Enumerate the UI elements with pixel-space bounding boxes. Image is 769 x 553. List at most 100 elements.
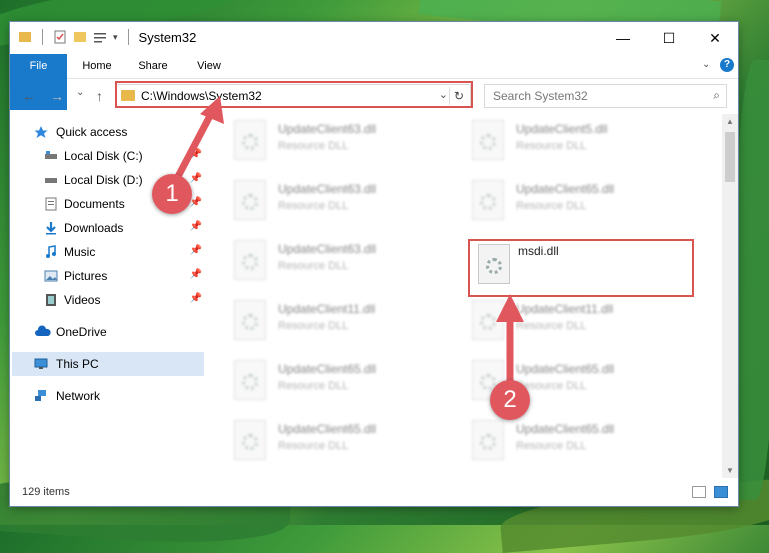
file-item[interactable]: UpdateClient11.dll Resource DLL: [216, 296, 446, 352]
large-icons-view-icon[interactable]: [714, 486, 728, 498]
recent-locations-button[interactable]: ⌄: [76, 87, 84, 98]
folder-icon[interactable]: [18, 30, 32, 44]
dll-file-icon: [472, 120, 504, 160]
sidebar-item-label: Downloads: [64, 221, 124, 235]
sidebar-item-pictures[interactable]: Pictures 📌: [10, 264, 206, 288]
pin-icon[interactable]: 📌: [190, 221, 202, 232]
new-folder-icon[interactable]: [73, 30, 87, 44]
pin-icon[interactable]: 📌: [190, 293, 202, 304]
file-type: Resource DLL: [278, 200, 349, 212]
sidebar-item-label: Network: [56, 389, 101, 403]
scrollbar-thumb[interactable]: [725, 132, 735, 182]
file-item[interactable]: UpdateClient63.dll Resource DLL: [216, 236, 446, 292]
download-icon: [46, 222, 56, 235]
window-title: System32: [138, 29, 197, 45]
file-type: Resource DLL: [278, 260, 349, 272]
videos-icon: [46, 294, 56, 306]
customize-toolbar-icon[interactable]: [93, 30, 107, 44]
dll-file-icon: [234, 240, 266, 280]
tab-home[interactable]: Home: [72, 54, 122, 78]
dll-file-icon: [234, 360, 266, 400]
computer-icon: [34, 358, 48, 369]
maximize-button[interactable]: ☐: [646, 22, 692, 54]
drive-icon: [45, 178, 57, 183]
search-icon[interactable]: ⌕: [713, 88, 720, 103]
sidebar-item-label: OneDrive: [56, 325, 107, 339]
sidebar-item-label: This PC: [56, 357, 99, 371]
forward-button[interactable]: →: [50, 88, 64, 104]
dll-file-icon: [472, 420, 504, 460]
msdi-file-highlight: [468, 239, 694, 297]
network-icon: [35, 390, 46, 401]
pin-icon[interactable]: 📌: [190, 245, 202, 256]
cloud-icon: [35, 325, 51, 336]
minimize-button[interactable]: —: [600, 22, 646, 54]
expand-ribbon-icon[interactable]: ⌄: [702, 59, 710, 70]
step-badge-1: 1: [152, 174, 192, 214]
details-view-icon[interactable]: [692, 486, 706, 498]
file-name: UpdateClient65.dll: [516, 182, 615, 196]
file-type: Resource DLL: [516, 200, 587, 212]
file-name: UpdateClient65.dll: [278, 422, 377, 436]
file-name: UpdateClient65.dll: [516, 422, 615, 436]
file-type: Resource DLL: [278, 380, 349, 392]
dll-file-icon: [234, 420, 266, 460]
file-item[interactable]: UpdateClient65.dll Resource DLL: [216, 356, 446, 412]
file-item[interactable]: UpdateClient5.dll Resource DLL: [454, 116, 684, 172]
file-item[interactable]: UpdateClient65.dll Resource DLL: [454, 416, 684, 472]
properties-icon[interactable]: [53, 30, 67, 44]
tab-view[interactable]: View: [184, 54, 234, 78]
search-placeholder: Search System32: [493, 89, 588, 103]
divider: [127, 29, 129, 45]
file-type: Resource DLL: [278, 320, 349, 332]
tab-share[interactable]: Share: [128, 54, 178, 78]
sidebar-item-label: Pictures: [64, 269, 108, 283]
item-count: 129 items: [22, 486, 70, 498]
scroll-down-icon[interactable]: ▼: [722, 466, 738, 475]
sidebar-item-music[interactable]: Music 📌: [10, 240, 206, 264]
sidebar-item-label: Documents: [64, 197, 125, 211]
file-explorer-window: ▾ System32 — ☐ ✕ File Home Share View ⌄ …: [10, 22, 738, 506]
file-type: Resource DLL: [278, 440, 349, 452]
help-icon[interactable]: ?: [720, 58, 734, 72]
star-icon: [34, 126, 48, 138]
file-name: UpdateClient63.dll: [278, 242, 377, 256]
file-name: UpdateClient63.dll: [278, 182, 377, 196]
sidebar-item-videos[interactable]: Videos 📌: [10, 288, 206, 312]
dll-file-icon: [234, 300, 266, 340]
sidebar-item-label: Quick access: [56, 125, 128, 139]
ribbon-tabs: File Home Share View ⌄ ?: [10, 54, 738, 110]
vertical-scrollbar[interactable]: ▲ ▼: [722, 114, 738, 478]
sidebar-item-downloads[interactable]: Downloads 📌: [10, 216, 206, 240]
close-icon: ✕: [709, 29, 721, 46]
sidebar-item-network[interactable]: Network: [10, 384, 206, 408]
file-item[interactable]: UpdateClient63.dll Resource DLL: [216, 176, 446, 232]
file-item[interactable]: UpdateClient63.dll Resource DLL: [216, 116, 446, 172]
search-input[interactable]: Search System32 ⌕: [484, 84, 727, 108]
file-name: UpdateClient65.dll: [278, 362, 377, 376]
back-button[interactable]: ←: [22, 88, 36, 104]
file-type: Resource DLL: [516, 440, 587, 452]
file-name: UpdateClient63.dll: [278, 122, 377, 136]
divider: [42, 29, 43, 45]
minimize-icon: —: [616, 30, 630, 46]
sidebar-item-label: Local Disk (C:): [64, 149, 143, 163]
sidebar-item-label: Local Disk (D:): [64, 173, 143, 187]
file-item[interactable]: UpdateClient65.dll Resource DLL: [454, 176, 684, 232]
scroll-up-icon[interactable]: ▲: [722, 117, 738, 126]
chevron-down-icon[interactable]: ▾: [113, 32, 118, 43]
pin-icon[interactable]: 📌: [190, 269, 202, 280]
file-type: Resource DLL: [516, 140, 587, 152]
sidebar-item-this-pc[interactable]: This PC: [12, 352, 204, 376]
file-item[interactable]: UpdateClient65.dll Resource DLL: [216, 416, 446, 472]
sidebar-item-onedrive[interactable]: OneDrive: [10, 320, 206, 344]
file-type: Resource DLL: [278, 140, 349, 152]
close-button[interactable]: ✕: [692, 22, 738, 54]
quick-access-toolbar: ▾ System32: [18, 29, 196, 45]
file-name: UpdateClient5.dll: [516, 122, 608, 136]
maximize-icon: ☐: [662, 29, 676, 46]
title-bar: ▾ System32 — ☐ ✕: [10, 22, 738, 54]
music-icon: [46, 245, 56, 258]
up-button[interactable]: ↑: [96, 88, 103, 104]
status-bar: 129 items: [10, 480, 738, 506]
